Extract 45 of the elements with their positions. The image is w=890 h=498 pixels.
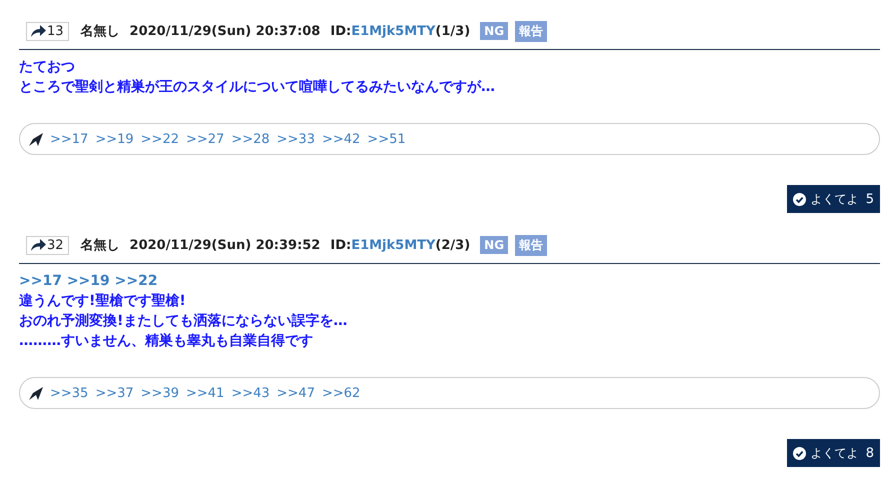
ng-button[interactable]: NG — [480, 22, 508, 40]
reply-link[interactable]: >>17 — [50, 132, 88, 146]
reply-link[interactable]: >>19 — [95, 132, 134, 146]
poster-id-link[interactable]: E1Mjk5MTY — [351, 24, 436, 38]
arrow-icon — [31, 239, 46, 251]
like-button[interactable]: よくてよ 5 — [786, 185, 880, 213]
post-datetime: 2020/11/29(Sun) 20:37:08 — [130, 24, 320, 38]
post-text: 違うんです!聖槍です聖槍! — [19, 292, 187, 311]
reply-link[interactable]: >>35 — [50, 386, 88, 400]
reply-link[interactable]: >>39 — [140, 386, 179, 400]
id-label: ID: — [330, 24, 352, 38]
id-label: ID: — [330, 238, 352, 252]
anchor-links[interactable]: >>17 >>19 >>22 — [19, 271, 880, 291]
post-text: ………すいません、精巣も睾丸も自業自得です — [19, 332, 314, 351]
check-circle-icon — [792, 446, 806, 460]
report-button[interactable]: 報告 — [515, 20, 548, 42]
reply-link[interactable]: >>41 — [186, 386, 224, 400]
arrow-icon — [31, 25, 46, 37]
reply-link[interactable]: >>43 — [231, 386, 270, 400]
reply-link[interactable]: >>22 — [140, 132, 179, 146]
check-circle-icon — [792, 192, 806, 206]
reply-link[interactable]: >>51 — [367, 132, 406, 146]
post-text: ところで聖剣と精巣が王のスタイルについて喧嘩してるみたいなんですが… — [19, 78, 496, 97]
paper-plane-icon — [29, 386, 43, 400]
post-text: たておつ — [19, 58, 76, 77]
poster-id-link[interactable]: E1Mjk5MTY — [351, 238, 436, 252]
ng-button[interactable]: NG — [480, 236, 508, 254]
post-datetime: 2020/11/29(Sun) 20:39:52 — [130, 238, 320, 252]
reply-link[interactable]: >>33 — [276, 132, 315, 146]
post-count: (1/3) — [435, 24, 470, 38]
paper-plane-icon — [29, 132, 43, 146]
reply-link[interactable]: >>62 — [322, 386, 360, 400]
poster-name: 名無し — [80, 23, 120, 40]
reply-number-button[interactable]: 32 — [26, 236, 69, 254]
reply-link[interactable]: >>28 — [231, 132, 270, 146]
post-text: おのれ予測変換!またしても洒落にならない誤字を… — [19, 312, 348, 331]
reply-number-button[interactable]: 13 — [26, 22, 69, 40]
reply-link[interactable]: >>47 — [276, 386, 315, 400]
like-button[interactable]: よくてよ 8 — [786, 439, 880, 467]
post-count: (2/3) — [435, 238, 470, 252]
report-button[interactable]: 報告 — [515, 234, 548, 256]
reply-link[interactable]: >>37 — [95, 386, 134, 400]
poster-name: 名無し — [80, 237, 120, 254]
reply-link[interactable]: >>27 — [186, 132, 224, 146]
reply-link[interactable]: >>42 — [322, 132, 360, 146]
